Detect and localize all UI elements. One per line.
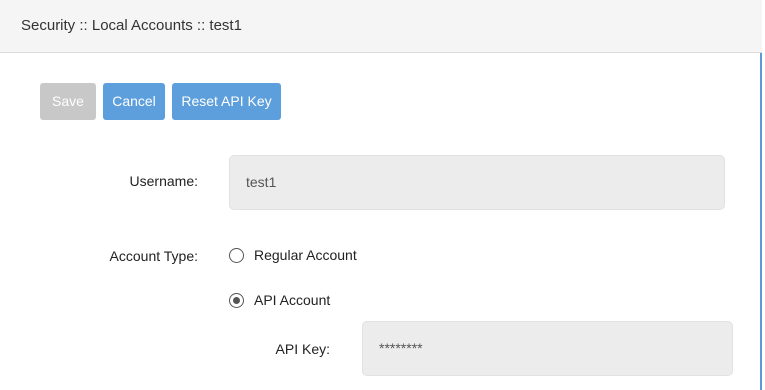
username-field: test1 xyxy=(229,155,725,210)
api-key-field: ******** xyxy=(362,321,733,376)
regular-account-option[interactable]: Regular Account xyxy=(229,245,357,265)
account-type-label: Account Type: xyxy=(109,248,198,264)
api-account-label: API Account xyxy=(254,292,331,308)
page-header: Security :: Local Accounts :: test1 xyxy=(0,0,762,53)
account-edit-panel: Security :: Local Accounts :: test1 Save… xyxy=(0,0,762,390)
username-label: Username: xyxy=(129,173,198,189)
breadcrumb: Security :: Local Accounts :: test1 xyxy=(21,17,242,34)
api-account-radio[interactable] xyxy=(229,292,244,308)
api-key-label: API Key: xyxy=(275,341,330,357)
reset-api-key-button[interactable]: Reset API Key xyxy=(172,83,281,120)
api-account-option[interactable]: API Account xyxy=(229,290,330,310)
save-button[interactable]: Save xyxy=(40,83,96,120)
regular-account-radio[interactable] xyxy=(229,247,244,263)
cancel-button[interactable]: Cancel xyxy=(103,83,165,120)
regular-account-label: Regular Account xyxy=(254,247,357,263)
